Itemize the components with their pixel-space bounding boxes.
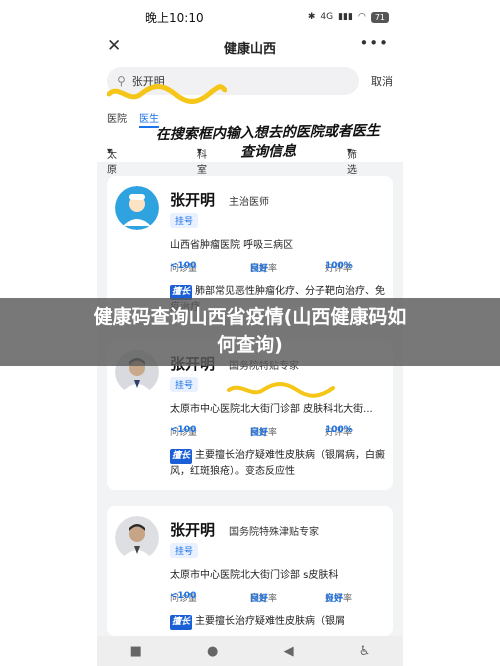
back-icon[interactable]: ◀ xyxy=(284,644,294,659)
page-title: 健康山西 xyxy=(223,41,276,57)
nav-bar: ✕ 健康山西 ••• xyxy=(97,34,403,60)
register-tag[interactable]: 挂号 xyxy=(170,377,199,392)
praise-value: 100% xyxy=(325,425,353,435)
doctor-title: 国务院特殊津贴专家 xyxy=(229,527,319,538)
menu-icon[interactable]: ■ xyxy=(130,644,142,659)
register-tag[interactable]: 挂号 xyxy=(170,213,199,228)
skill-desc: 主要擅长治疗疑难性皮肤病（银屑病，白癜风，红斑狼疮）。变态反应性 xyxy=(170,450,386,477)
skill-desc: 主要擅长治疗疑难性皮肤病（银屑 xyxy=(195,616,346,627)
more-icon[interactable]: ••• xyxy=(359,34,389,52)
reply-value: 良好 xyxy=(250,428,269,438)
reply-value: 良好 xyxy=(250,594,269,604)
visits-value: <100 xyxy=(170,425,197,435)
signal-icon: ▮▮▮ xyxy=(338,12,353,22)
bluetooth-icon: ✱ xyxy=(307,12,316,22)
doctor-card[interactable]: 张开明 主治医师 挂号 山西省肿瘤医院 呼吸三病区 问诊量 <100 回复率 良… xyxy=(107,176,393,316)
battery-icon: 71 xyxy=(370,11,389,23)
close-icon[interactable]: ✕ xyxy=(107,36,121,56)
status-bar: 晚上10:10 ✱ 4G ▮▮▮ ◠ 71 xyxy=(97,0,403,34)
praise-value: 良好 xyxy=(325,594,344,604)
cancel-button[interactable]: 取消 xyxy=(371,73,393,89)
reply-value: 良好 xyxy=(250,264,269,274)
status-time: 晚上10:10 xyxy=(145,10,204,25)
avatar xyxy=(115,516,159,560)
visits-value: <100 xyxy=(170,261,197,271)
signal-label: 4G xyxy=(320,12,334,22)
hospital-name: 山西省肿瘤医院 呼吸三病区 xyxy=(170,240,294,251)
highlight-squiggle xyxy=(227,382,335,398)
register-tag[interactable]: 挂号 xyxy=(170,543,199,558)
banner-line1: 健康码查询山西省疫情(山西健康码如 xyxy=(93,306,407,328)
doctor-title: 主治医师 xyxy=(229,197,269,208)
skill-badge: 擅长 xyxy=(170,449,193,464)
tab-hospital[interactable]: 医院 xyxy=(107,110,127,128)
wifi-icon: ◠ xyxy=(357,12,366,22)
system-nav-bar: ■ ● ◀ ♿ xyxy=(97,636,403,666)
skill-text: 擅长 主要擅长治疗疑难性皮肤病（银屑病，白癜风，红斑狼疮）。变态反应性 xyxy=(170,448,388,479)
doctor-name: 张开明 xyxy=(170,521,216,539)
doctor-card[interactable]: 张开明 国务院特殊津贴专家 挂号 太原市中心医院北大街门诊部 s皮肤科 问诊量 … xyxy=(107,506,393,636)
hospital-name: 太原市中心医院北大街门诊部 s皮肤科 xyxy=(170,570,339,581)
banner-line2: 何查询) xyxy=(217,334,283,356)
praise-value: 100% xyxy=(325,261,353,271)
annotation-text: 在搜索框内输入想去的医院或者医生 查询信息 xyxy=(137,122,400,165)
filter-city[interactable]: 太原市 ▾ xyxy=(107,146,117,191)
doctor-name: 张开明 xyxy=(170,191,216,209)
skill-badge: 擅长 xyxy=(170,615,193,630)
accessibility-icon[interactable]: ♿ xyxy=(359,644,371,659)
home-icon[interactable]: ● xyxy=(207,644,218,659)
visits-value: <100 xyxy=(170,591,197,601)
status-icons: ✱ 4G ▮▮▮ ◠ 71 xyxy=(307,11,389,23)
skill-text: 擅长 主要擅长治疗疑难性皮肤病（银屑 xyxy=(170,614,388,630)
avatar xyxy=(115,186,159,230)
highlight-squiggle xyxy=(107,84,227,104)
overlay-banner: 健康码查询山西省疫情(山西健康码如 何查询) xyxy=(0,298,500,366)
hospital-name: 太原市中心医院北大街门诊部 皮肤科北大街... xyxy=(170,404,373,415)
